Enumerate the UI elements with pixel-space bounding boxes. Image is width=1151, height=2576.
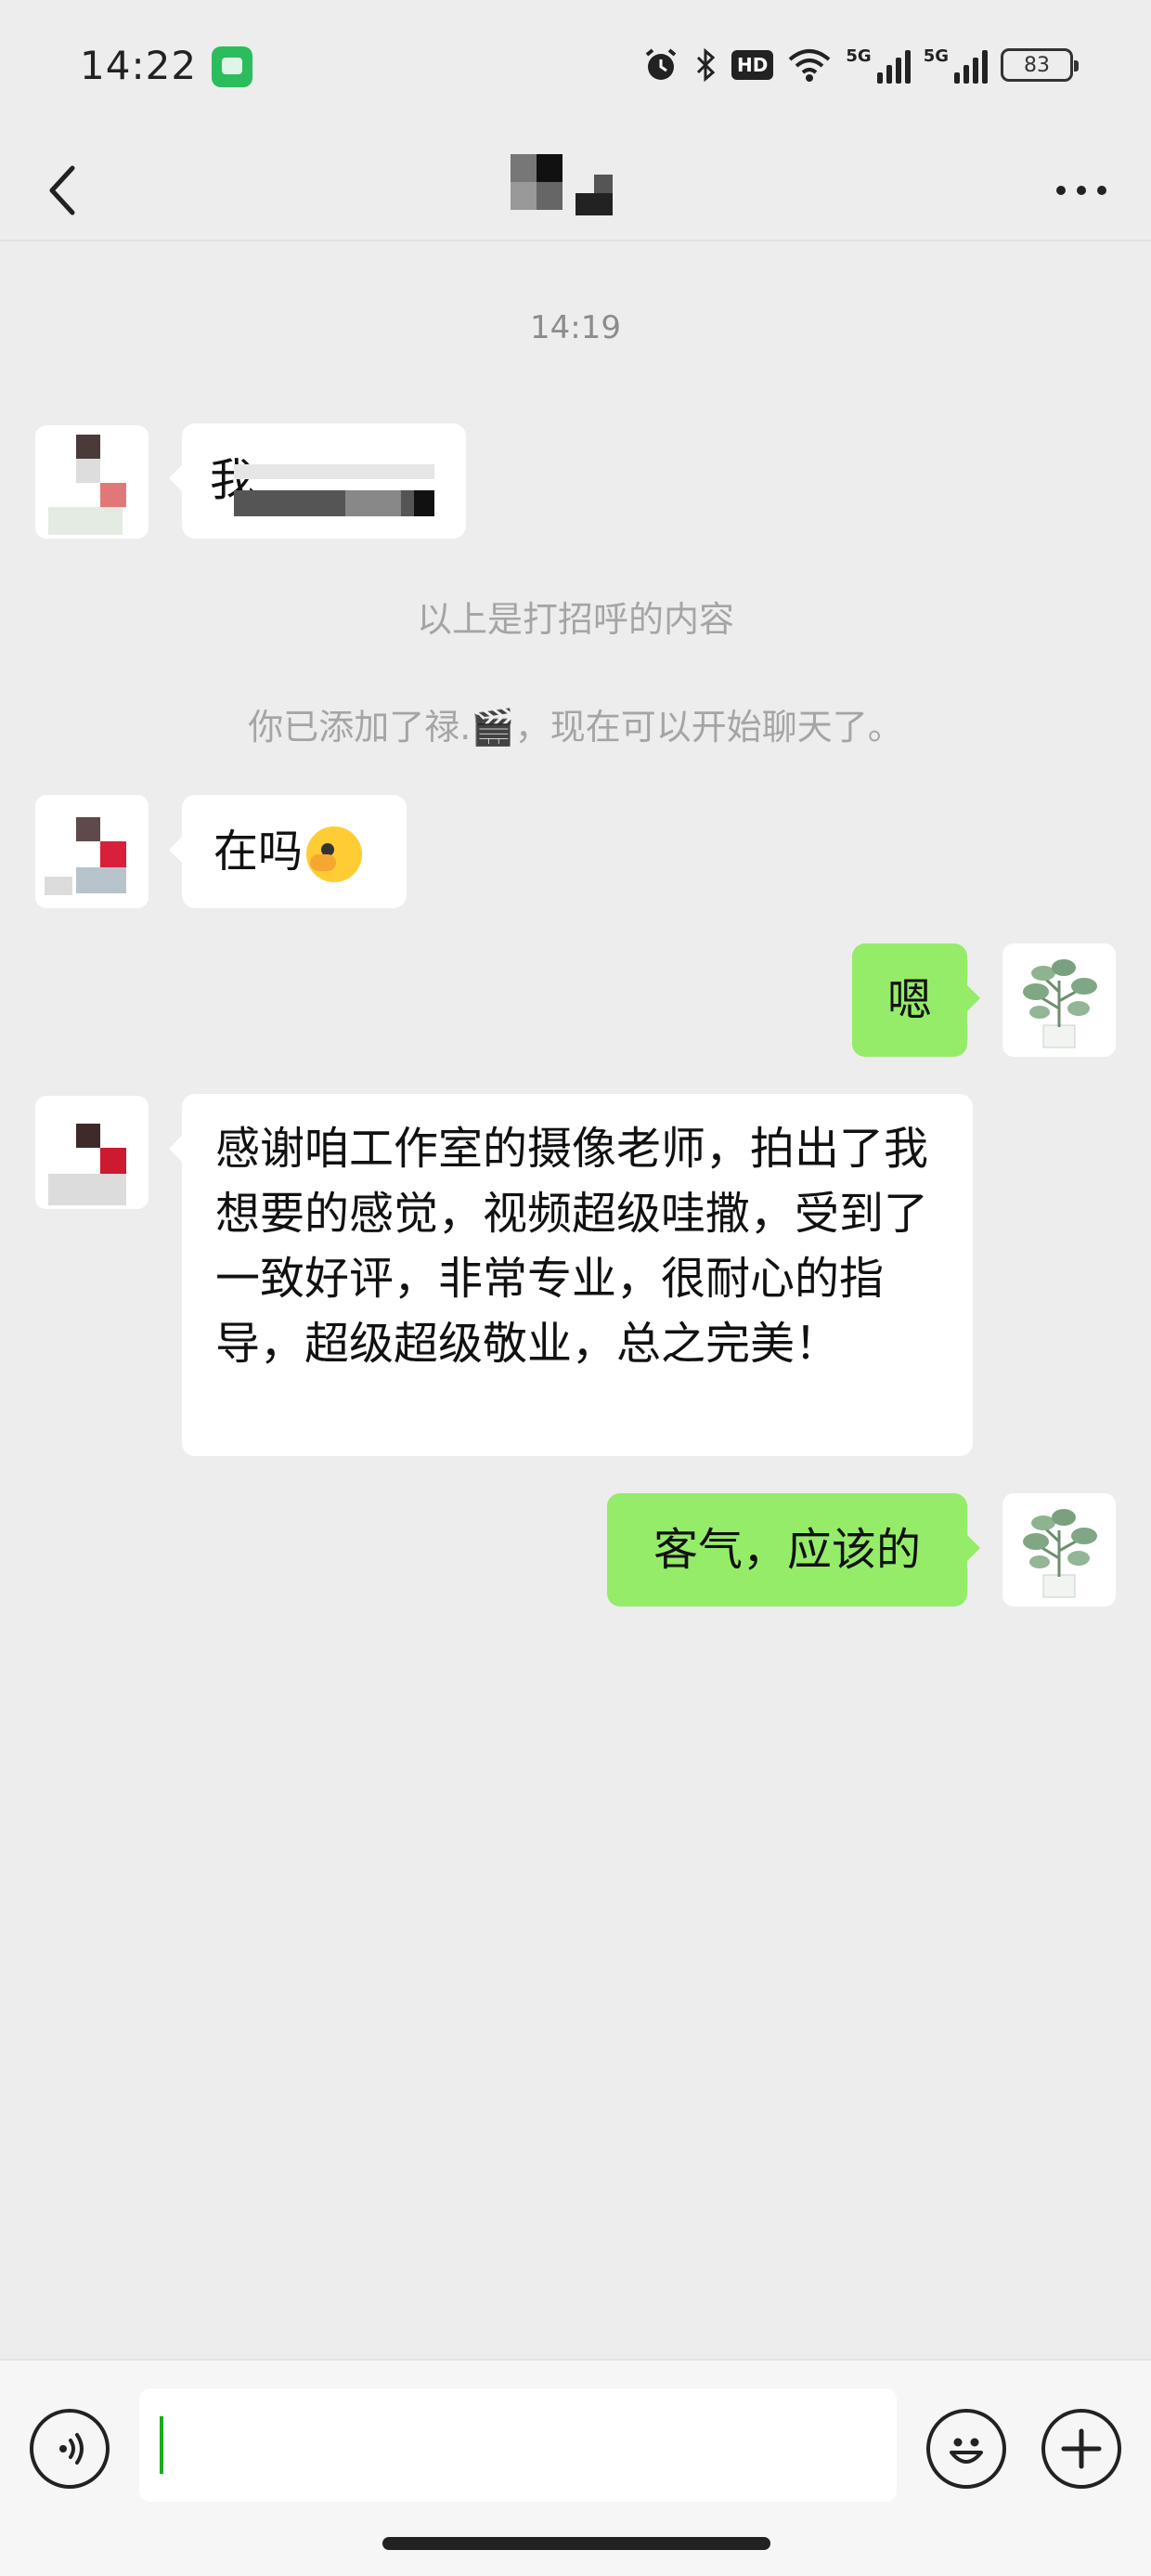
back-button[interactable] [45,139,119,241]
message-text: 感谢咱工作室的摄像老师，拍出了我想要的感觉，视频超级哇撒，受到了一致好评，非常专… [215,1123,929,1370]
message-app-icon [212,46,252,87]
hd-voice-icon: HD [731,50,774,80]
chevron-left-icon [49,165,75,215]
contact-name-obscured [501,154,650,225]
voice-icon [59,2433,84,2465]
contact-avatar[interactable] [35,795,149,908]
plant-avatar-icon [1023,959,1097,1048]
contact-avatar[interactable] [35,1096,149,1209]
status-time: 14:22 [80,43,198,88]
signal-5g-icon: 5G [846,46,911,84]
message-bubble-outgoing[interactable]: 客气，应该的 [607,1493,980,1607]
plant-avatar-icon [1023,1509,1097,1598]
more-dots-icon [1056,186,1106,195]
message-text: 客气，应该的 [653,1524,921,1576]
message-bubble-incoming[interactable]: 我 [169,423,466,539]
battery-level: 83 [1024,53,1050,77]
chat-header [0,139,1151,241]
emoji-icon [950,2438,983,2464]
home-indicator[interactable] [382,2537,770,2550]
my-avatar[interactable] [1002,943,1116,1057]
my-avatar[interactable] [1002,1493,1116,1607]
wifi-icon [789,49,831,82]
added-notice: 你已添加了禄.🎬，现在可以开始聊天了。 [248,707,903,748]
emoji-button[interactable] [926,2409,1006,2489]
status-icons: HD 5G 5G 83 [642,37,1079,93]
message-input[interactable] [139,2388,897,2502]
signal-5g-icon: 5G [924,46,988,84]
chat-timestamp: 14:19 [530,309,621,346]
header-divider [0,240,1151,241]
message-obscured-text [234,464,434,516]
sly-face-emoji [306,826,363,882]
status-bar: 14:22 HD 5G 5G 83 [0,0,1151,139]
voice-button[interactable] [30,2409,110,2489]
battery-icon: 83 [1001,48,1079,82]
message-bubble-outgoing[interactable]: 嗯 [852,943,980,1057]
bluetooth-icon [696,47,716,83]
more-button[interactable] [1023,139,1106,241]
plus-icon [1061,2428,1102,2469]
message-text: 嗯 [886,974,932,1026]
contact-avatar[interactable] [35,425,149,539]
message-bubble-incoming[interactable]: 感谢咱工作室的摄像老师，拍出了我想要的感觉，视频超级哇撒，受到了一致好评，非常专… [169,1094,973,1456]
text-caret [160,2416,163,2474]
message-bubble-incoming[interactable]: 在吗 [169,795,407,908]
message-text: 在吗 [213,826,304,878]
alarm-icon [645,48,677,80]
greeting-notice: 以上是打招呼的内容 [416,599,734,640]
more-functions-button[interactable] [1041,2409,1121,2489]
